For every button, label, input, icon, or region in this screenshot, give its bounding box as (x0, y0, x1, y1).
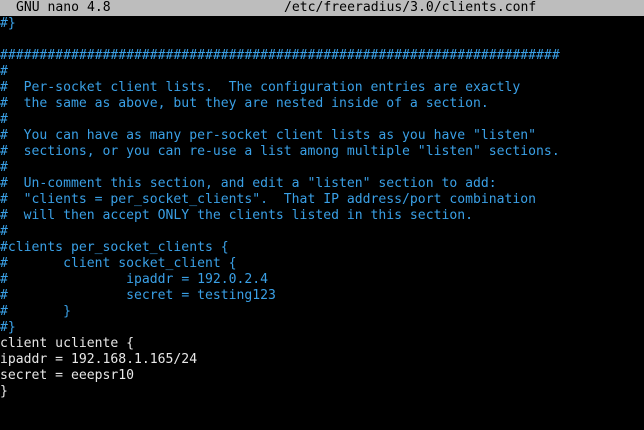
editor-line[interactable]: # Per-socket client lists. The configura… (0, 80, 520, 96)
file-path: /etc/freeradius/3.0/clients.conf (284, 0, 537, 15)
editor-line[interactable]: # secret = testing123 (0, 288, 276, 304)
editor-line[interactable]: # client socket_client { (0, 256, 237, 272)
editor-line[interactable]: # the same as above, but they are nested… (0, 96, 489, 112)
editor-line[interactable]: # (0, 160, 8, 176)
editor-line[interactable]: ipaddr = 192.168.1.165/24 (0, 352, 197, 368)
editor-line[interactable]: secret = eeepsr10 (0, 368, 134, 384)
editor-line[interactable]: ########################################… (0, 48, 560, 64)
titlebar: GNU nano 4.8 /etc/freeradius/3.0/clients… (0, 0, 644, 16)
editor-line[interactable]: # ipaddr = 192.0.2.4 (0, 272, 268, 288)
editor-line[interactable]: } (0, 384, 8, 400)
editor-line[interactable]: #} (0, 16, 16, 32)
editor-line[interactable]: #clients per_socket_clients { (0, 240, 229, 256)
editor-line[interactable]: # "clients = per_socket_clients". That I… (0, 192, 536, 208)
editor-line[interactable]: # will then accept ONLY the clients list… (0, 208, 473, 224)
editor-line[interactable]: # You can have as many per-socket client… (0, 128, 536, 144)
editor-line[interactable]: # } (0, 304, 71, 320)
editor-line[interactable]: #} (0, 320, 16, 336)
editor-line[interactable]: # Un-comment this section, and edit a "l… (0, 176, 497, 192)
editor-line[interactable]: # sections, or you can re-use a list amo… (0, 144, 560, 160)
editor-line[interactable]: # (0, 224, 8, 240)
editor-line[interactable]: # (0, 64, 8, 80)
app-name: GNU nano 4.8 (16, 0, 111, 15)
editor-line[interactable]: client ucliente { (0, 336, 134, 352)
editor-area[interactable]: #} #####################################… (0, 16, 644, 430)
editor-line[interactable]: # (0, 112, 8, 128)
